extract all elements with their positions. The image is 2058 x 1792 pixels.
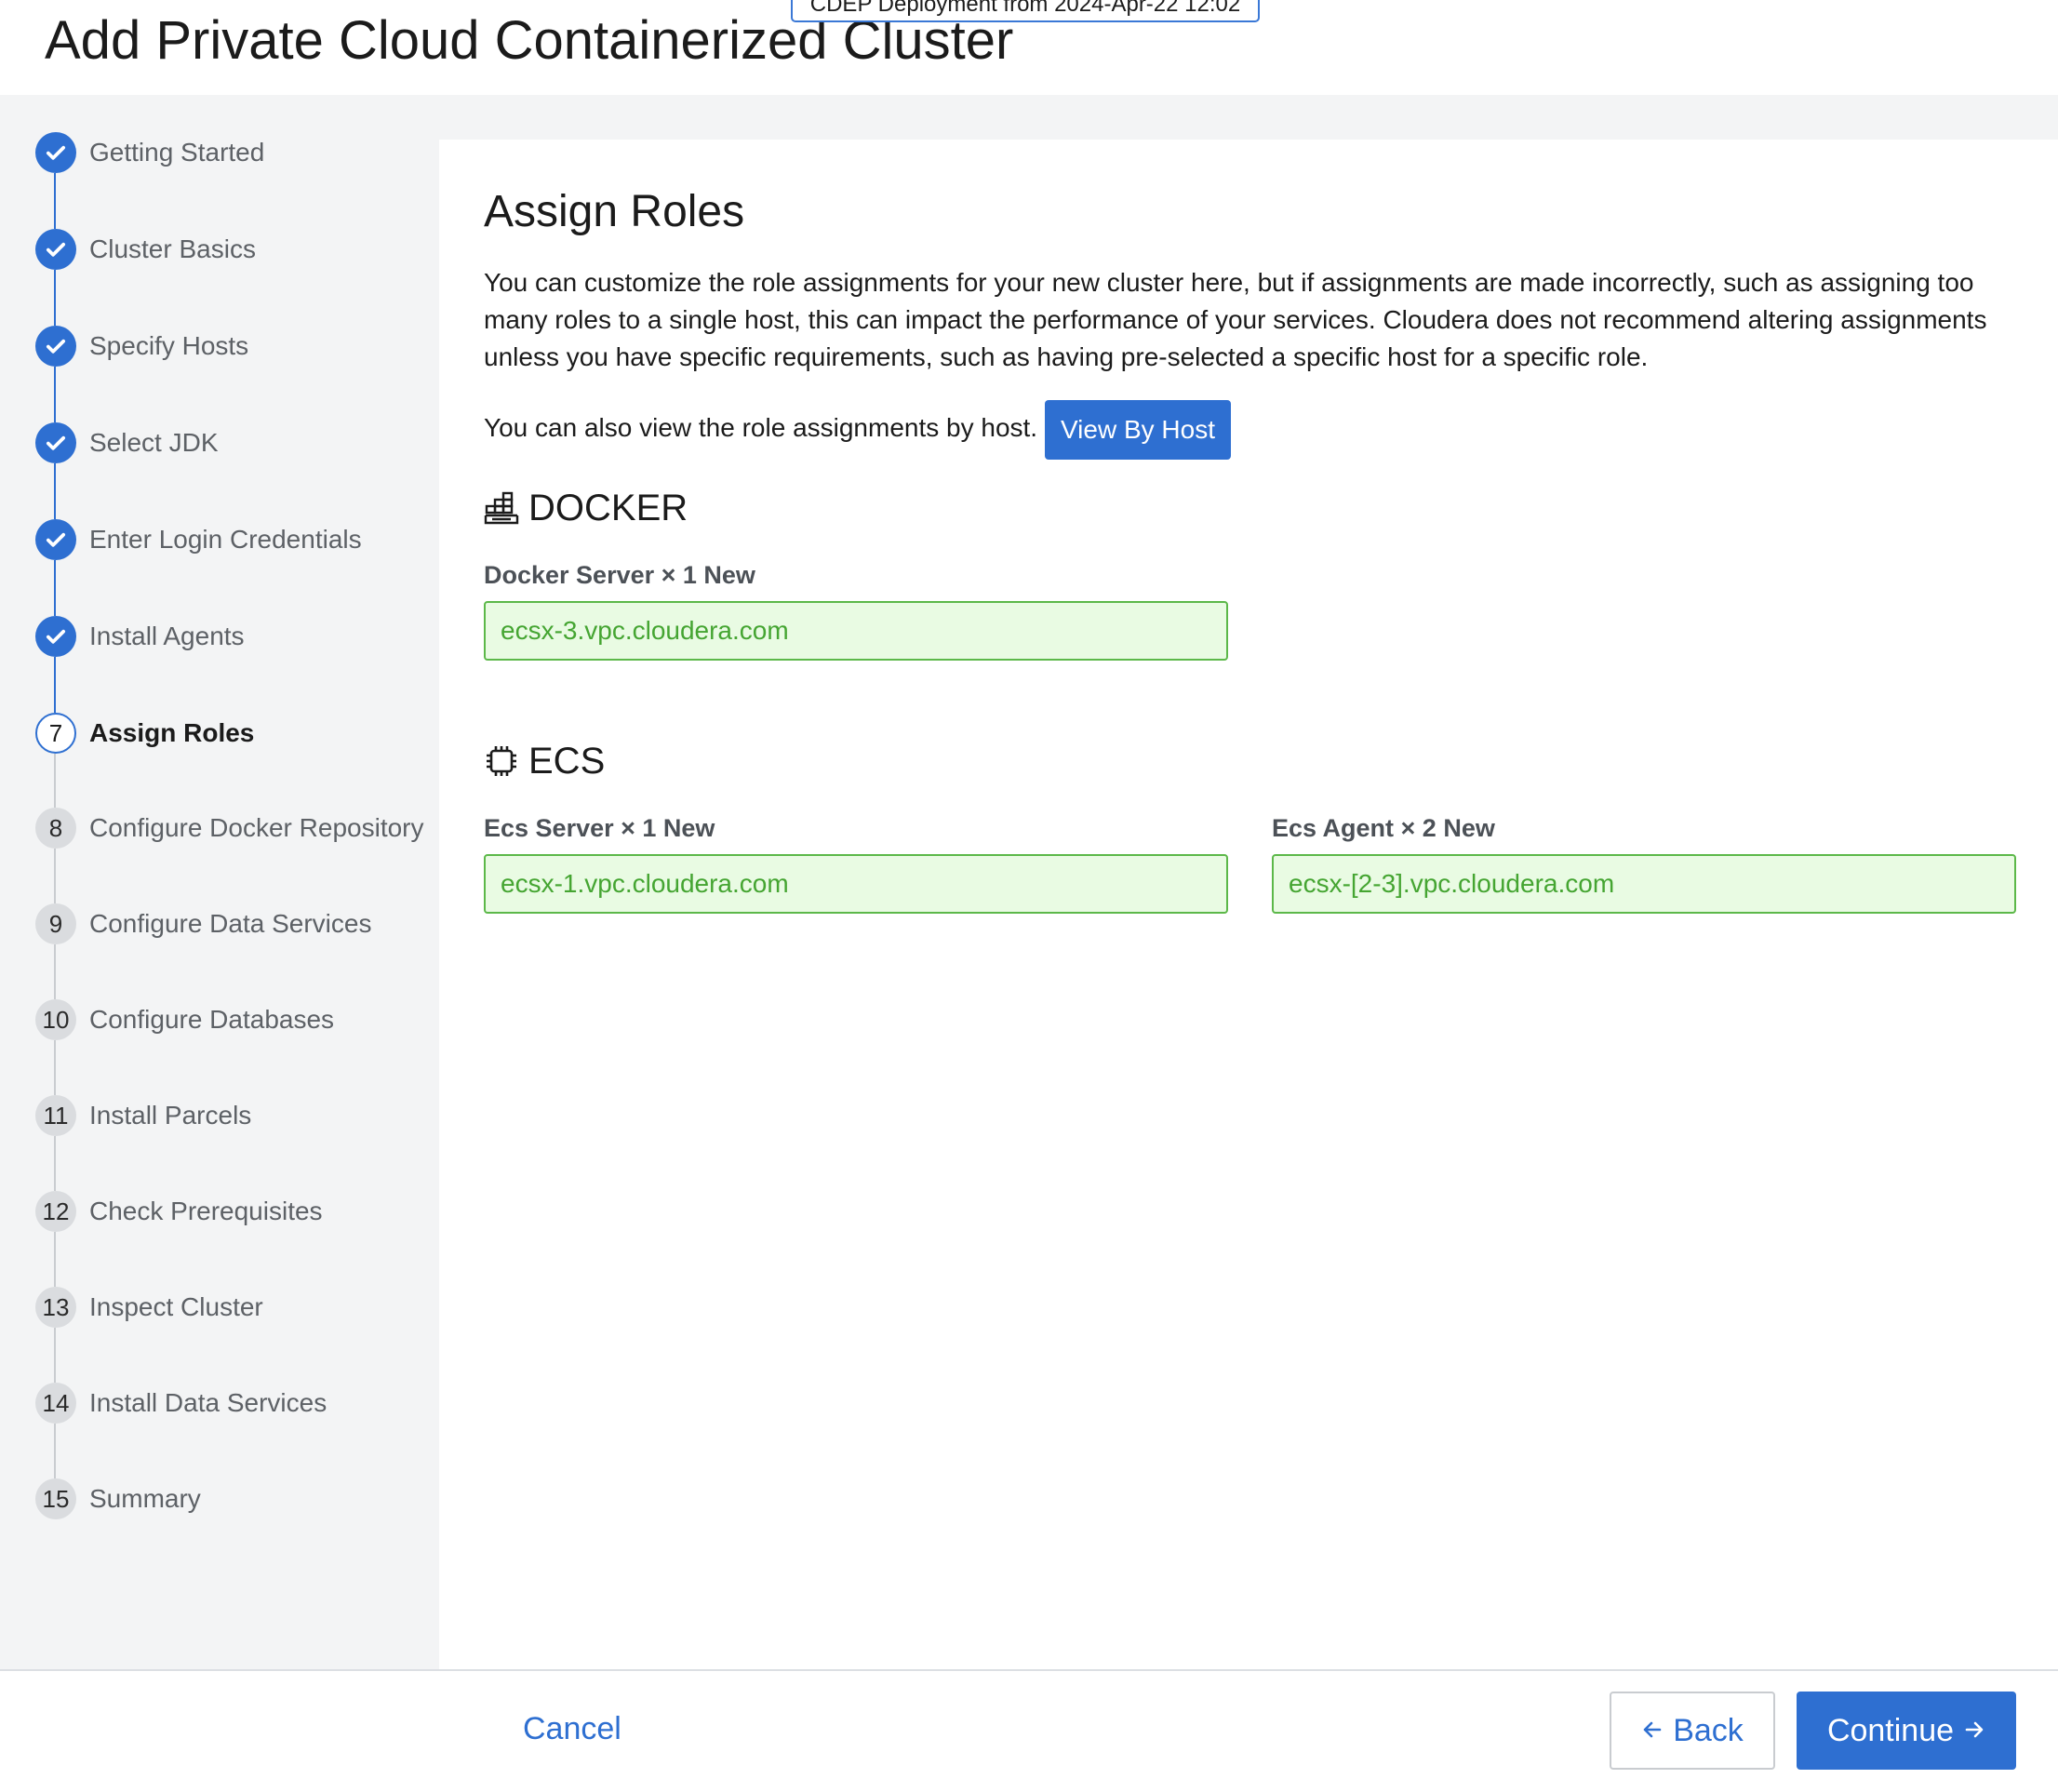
step-label: Configure Data Services bbox=[89, 909, 372, 938]
role-label-ecs-server: Ecs Server × 1 New bbox=[484, 814, 715, 842]
ecs-server-hosts-field[interactable]: ecsx-1.vpc.cloudera.com bbox=[484, 854, 1228, 914]
view-by-host-button[interactable]: View By Host bbox=[1045, 400, 1231, 460]
check-icon bbox=[35, 326, 76, 367]
view-by-host-hint: You can also view the role assignments b… bbox=[484, 413, 1038, 442]
step-label: Select JDK bbox=[89, 428, 219, 457]
continue-button[interactable]: Continue bbox=[1797, 1692, 2016, 1770]
step-number: 10 bbox=[35, 999, 76, 1040]
step-label: Inspect Cluster bbox=[89, 1292, 263, 1321]
step-label: Configure Docker Repository bbox=[89, 813, 424, 842]
step-label: Enter Login Credentials bbox=[89, 525, 362, 554]
ecs-agent-hosts-field[interactable]: ecsx-[2-3].vpc.cloudera.com bbox=[1272, 854, 2016, 914]
wizard-step-install-agents[interactable]: Install Agents bbox=[35, 616, 435, 657]
arrow-right-icon bbox=[1963, 1713, 1985, 1749]
check-icon bbox=[35, 422, 76, 463]
wizard-step-check-prerequisites: 12 Check Prerequisites bbox=[35, 1191, 435, 1232]
service-name: DOCKER bbox=[528, 488, 688, 528]
arrow-left-icon bbox=[1641, 1713, 1664, 1749]
step-number: 12 bbox=[35, 1191, 76, 1232]
step-label: Configure Databases bbox=[89, 1005, 335, 1034]
service-header-ecs: ECS bbox=[484, 735, 605, 787]
wizard-step-configure-data-services: 9 Configure Data Services bbox=[35, 903, 435, 944]
role-label-docker-server: Docker Server × 1 New bbox=[484, 561, 755, 589]
wizard-step-select-jdk[interactable]: Select JDK bbox=[35, 422, 435, 463]
step-label: Install Parcels bbox=[89, 1101, 252, 1130]
intro-description: You can customize the role assignments f… bbox=[484, 268, 1987, 371]
step-label: Install Data Services bbox=[89, 1388, 327, 1417]
wizard-step-configure-databases: 10 Configure Databases bbox=[35, 999, 435, 1040]
continue-label: Continue bbox=[1826, 1712, 1955, 1748]
back-label: Back bbox=[1673, 1712, 1744, 1748]
wizard-step-specify-hosts[interactable]: Specify Hosts bbox=[35, 326, 435, 367]
step-label: Summary bbox=[89, 1484, 201, 1513]
wizard-step-getting-started[interactable]: Getting Started bbox=[35, 132, 435, 173]
check-icon bbox=[35, 616, 76, 657]
step-number: 15 bbox=[35, 1478, 76, 1519]
back-button[interactable]: Back bbox=[1610, 1692, 1775, 1770]
chip-icon bbox=[484, 743, 519, 779]
step-label: Install Agents bbox=[89, 622, 245, 650]
step-number: 13 bbox=[35, 1287, 76, 1328]
docker-icon bbox=[484, 490, 519, 526]
service-name: ECS bbox=[528, 741, 606, 782]
wizard-step-enter-login-credentials[interactable]: Enter Login Credentials bbox=[35, 519, 435, 560]
step-label: Cluster Basics bbox=[89, 234, 256, 263]
step-number: 14 bbox=[35, 1383, 76, 1424]
step-label: Assign Roles bbox=[89, 718, 255, 747]
step-number: 8 bbox=[35, 808, 76, 849]
step-label: Check Prerequisites bbox=[89, 1197, 323, 1225]
step-number: 7 bbox=[35, 713, 76, 754]
wizard-step-cluster-basics[interactable]: Cluster Basics bbox=[35, 229, 435, 270]
wizard-step-summary: 15 Summary bbox=[35, 1478, 435, 1519]
section-title: Assign Roles bbox=[484, 187, 745, 236]
wizard-step-install-parcels: 11 Install Parcels bbox=[35, 1095, 435, 1136]
check-icon bbox=[35, 229, 76, 270]
service-header-docker: DOCKER bbox=[484, 482, 688, 534]
page-header: Add Private Cloud Containerized Cluster … bbox=[0, 0, 2058, 95]
cancel-button[interactable]: Cancel bbox=[523, 1708, 621, 1749]
deployment-badge[interactable]: CDEP Deployment from 2024-Apr-22 12:02 bbox=[791, 0, 1260, 22]
role-label-ecs-agent: Ecs Agent × 2 New bbox=[1272, 814, 1495, 842]
check-icon bbox=[35, 132, 76, 173]
step-number: 9 bbox=[35, 903, 76, 944]
wizard-step-assign-roles[interactable]: 7 Assign Roles bbox=[35, 713, 435, 754]
wizard-step-configure-docker-repository: 8 Configure Docker Repository bbox=[35, 808, 435, 849]
step-label: Getting Started bbox=[89, 138, 265, 167]
step-label: Specify Hosts bbox=[89, 331, 249, 360]
wizard-steps-sidebar: Getting Started Cluster Basics Specify H… bbox=[0, 95, 439, 1669]
wizard-step-inspect-cluster: 13 Inspect Cluster bbox=[35, 1287, 435, 1328]
step-number: 11 bbox=[35, 1095, 76, 1136]
docker-server-hosts-field[interactable]: ecsx-3.vpc.cloudera.com bbox=[484, 601, 1228, 661]
wizard-step-install-data-services: 14 Install Data Services bbox=[35, 1383, 435, 1424]
check-icon bbox=[35, 519, 76, 560]
